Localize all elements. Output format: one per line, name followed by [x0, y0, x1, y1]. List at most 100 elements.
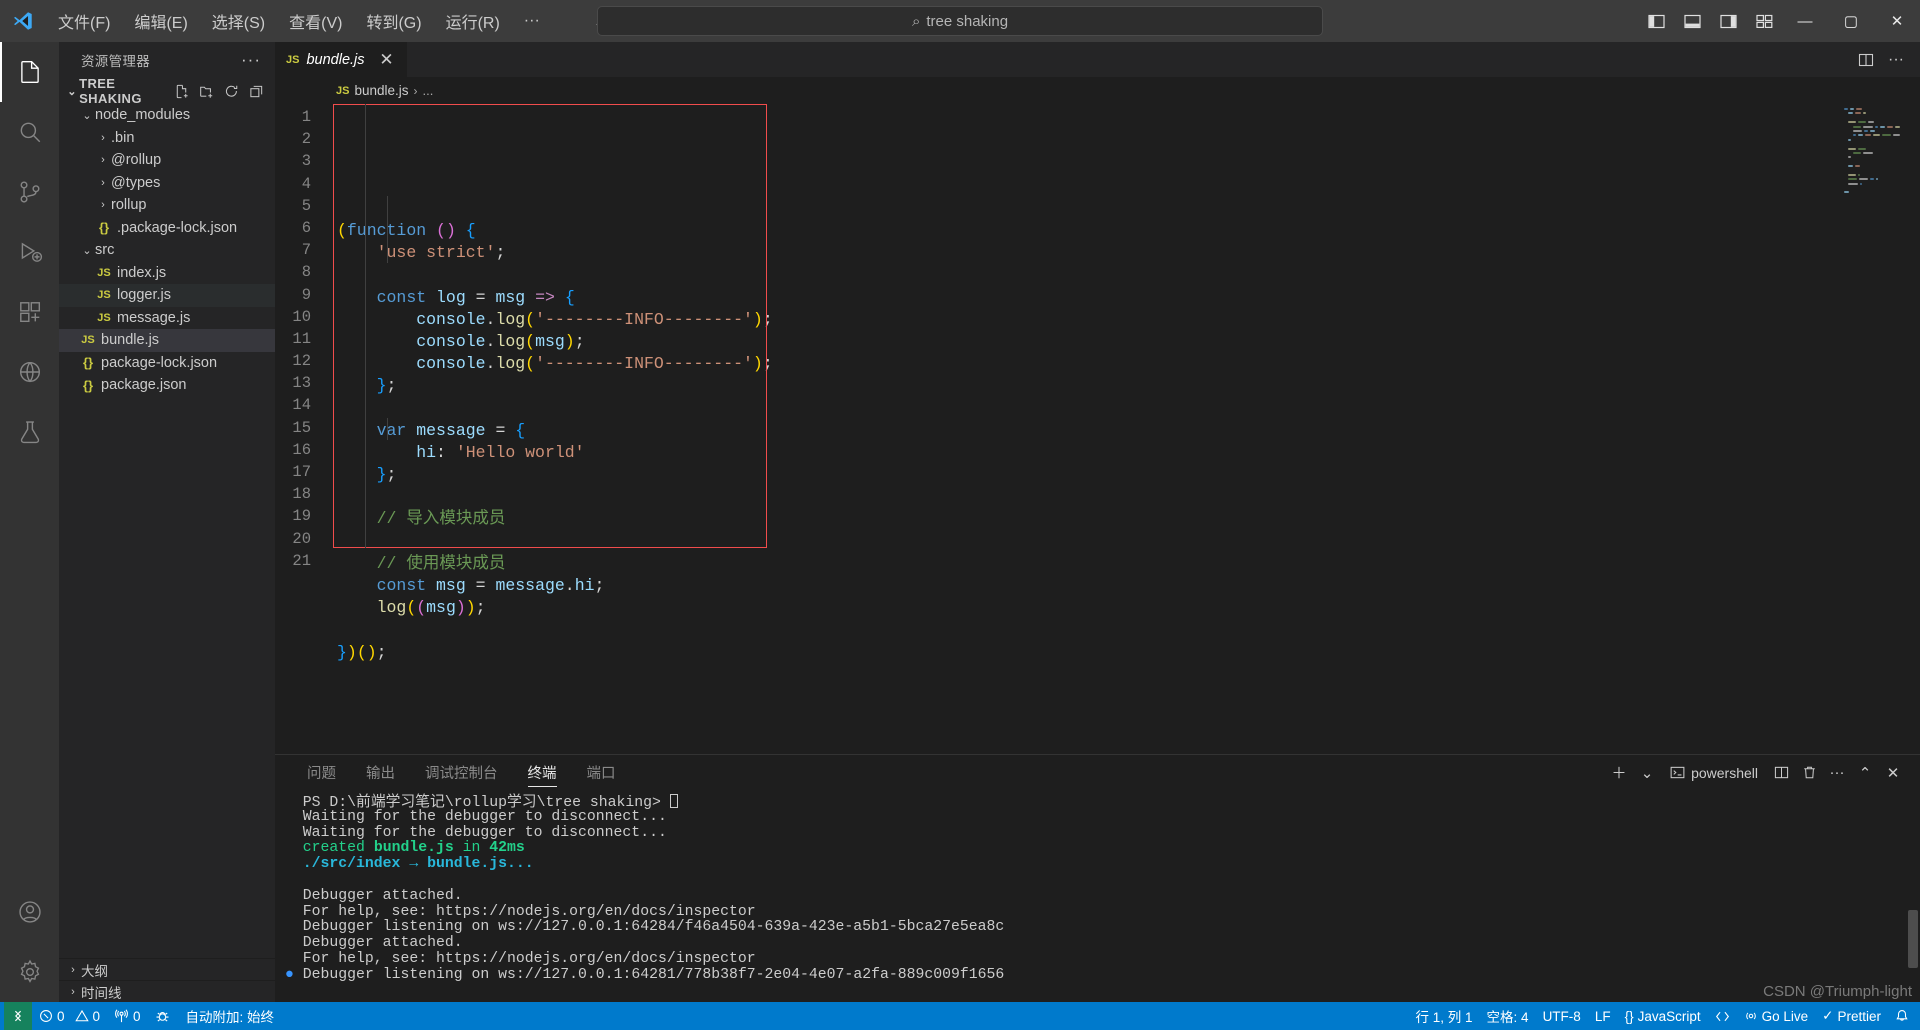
window-minimize-button[interactable]: — [1782, 0, 1828, 42]
js-file-icon: JS [286, 53, 300, 66]
radio-count: 0 [133, 1008, 141, 1024]
close-icon[interactable]: ✕ [378, 50, 396, 70]
workspace-section-header[interactable]: ⌄ TREE SHAKING [59, 76, 275, 106]
status-go-live[interactable]: Go Live [1737, 1002, 1816, 1030]
activity-bar [0, 42, 59, 1002]
tree-item-rollup[interactable]: › rollup [59, 194, 275, 217]
tree-item--bin[interactable]: › .bin [59, 127, 275, 150]
panel-tab-terminal[interactable]: 终端 [518, 755, 567, 790]
code-content[interactable]: (function () { 'use strict'; const log =… [333, 104, 1920, 754]
js-file-icon: JS [81, 334, 95, 347]
terminal-shell-selector[interactable]: powershell [1662, 765, 1766, 781]
menu-edit[interactable]: 编辑(E) [122, 0, 199, 42]
close-icon[interactable]: ✕ [1880, 759, 1906, 787]
plus-icon[interactable]: ＋ [1606, 759, 1632, 787]
bell-icon [1896, 1010, 1908, 1021]
tree-item-logger-js[interactable]: JS logger.js [59, 284, 275, 307]
panel-tab-output[interactable]: 输出 [356, 755, 405, 790]
tree-item-package-lock-json[interactable]: {} package-lock.json [59, 352, 275, 375]
status-bar-right: 行 1, 列 1 空格: 4 UTF-8 LF {} JavaScript Go… [1409, 1002, 1916, 1030]
ellipsis-icon[interactable]: ··· [235, 50, 267, 70]
refresh-explorer-icon[interactable] [220, 80, 242, 102]
tree-item-message-js[interactable]: JS message.js [59, 307, 275, 330]
activity-source-control[interactable] [0, 162, 59, 222]
minimap-line [1844, 117, 1906, 120]
tree-item-package-json[interactable]: {} package.json [59, 374, 275, 397]
code-line: }; [376, 465, 397, 485]
status-prettier[interactable]: ✓ Prettier [1815, 1002, 1888, 1030]
status-radio-tower[interactable]: 0 [107, 1002, 148, 1030]
activity-settings[interactable] [0, 942, 59, 1002]
activity-explorer[interactable] [0, 42, 59, 102]
status-auto-attach[interactable]: 自动附加: 始终 [148, 1002, 282, 1030]
trash-icon[interactable] [1796, 759, 1822, 787]
activity-remote[interactable] [0, 342, 59, 402]
status-encoding[interactable]: UTF-8 [1536, 1002, 1588, 1030]
menu-bar: 文件(F) 编辑(E) 选择(S) 查看(V) 转到(G) 运行(R) ··· [46, 0, 552, 42]
breadcrumb-file[interactable]: bundle.js [354, 83, 408, 98]
timeline-section[interactable]: › 时间线 [59, 980, 275, 1002]
menu-selection[interactable]: 选择(S) [200, 0, 277, 42]
tree-item-src[interactable]: ⌄ src [59, 239, 275, 262]
panel-tab-problems[interactable]: 问题 [297, 755, 346, 790]
menu-view[interactable]: 查看(V) [277, 0, 354, 42]
collapse-folders-icon[interactable] [245, 80, 267, 102]
breadcrumb: JS bundle.js › ... [275, 77, 1920, 104]
toggle-panel-icon[interactable] [1674, 0, 1710, 42]
line-number: 12 [292, 352, 311, 371]
code-editor[interactable]: 123456789101112131415161718192021 (funct… [275, 104, 1920, 754]
tree-item-node-modules[interactable]: ⌄ node_modules [59, 104, 275, 127]
ellipsis-icon[interactable]: ··· [1824, 759, 1850, 787]
line-number: 4 [301, 174, 311, 193]
status-remote-indicator[interactable] [4, 1002, 32, 1030]
menu-more[interactable]: ··· [512, 0, 552, 42]
new-file-icon[interactable] [170, 80, 192, 102]
menu-go[interactable]: 转到(G) [354, 0, 433, 42]
tree-item--package-lock-json[interactable]: {} .package-lock.json [59, 217, 275, 240]
tree-item--rollup[interactable]: › @rollup [59, 149, 275, 172]
minimap[interactable] [1844, 108, 1906, 258]
terminal-scrollbar[interactable] [1908, 910, 1918, 968]
activity-run-debug[interactable] [0, 222, 59, 282]
panel-tab-debug-console[interactable]: 调试控制台 [415, 755, 508, 790]
breadcrumb-separator: › [413, 83, 418, 98]
toggle-secondary-sidebar-icon[interactable] [1710, 0, 1746, 42]
explorer-sidebar: 资源管理器 ··· ⌄ TREE SHAKING ⌄ node_modules … [59, 42, 275, 1002]
minimap-line [1844, 169, 1906, 172]
status-code-action[interactable] [1708, 1002, 1737, 1030]
outline-section[interactable]: › 大纲 [59, 958, 275, 980]
new-folder-icon[interactable] [195, 80, 217, 102]
status-notifications[interactable] [1888, 1002, 1916, 1030]
tree-item-index-js[interactable]: JS index.js [59, 262, 275, 285]
status-cursor-position[interactable]: 行 1, 列 1 [1409, 1002, 1480, 1030]
chevron-right-icon: › [101, 154, 105, 167]
status-problems[interactable]: 0 0 [32, 1002, 107, 1030]
activity-search[interactable] [0, 102, 59, 162]
toggle-primary-sidebar-icon[interactable] [1638, 0, 1674, 42]
tree-item-label: .package-lock.json [117, 219, 238, 236]
activity-testing[interactable] [0, 402, 59, 462]
customize-layout-icon[interactable] [1746, 0, 1782, 42]
tab-bundle-js[interactable]: JS bundle.js ✕ [275, 42, 408, 77]
terminal-output[interactable]: PS D:\前端学习笔记\rollup学习\tree shaking> Wait… [275, 790, 1920, 1002]
tree-item--types[interactable]: › @types [59, 172, 275, 195]
window-maximize-button[interactable]: ▢ [1828, 0, 1874, 42]
command-center-search[interactable]: ⌕ tree shaking [597, 6, 1323, 36]
menu-file[interactable]: 文件(F) [46, 0, 122, 42]
split-terminal-icon[interactable] [1768, 759, 1794, 787]
tree-item-bundle-js[interactable]: JS bundle.js [59, 329, 275, 352]
window-close-button[interactable]: ✕ [1874, 0, 1920, 42]
minimap-line [1844, 138, 1906, 142]
activity-accounts[interactable] [0, 882, 59, 942]
breadcrumb-more[interactable]: ... [423, 83, 434, 98]
menu-run[interactable]: 运行(R) [434, 0, 512, 42]
status-language-mode[interactable]: {} JavaScript [1618, 1002, 1708, 1030]
split-editor-icon[interactable] [1852, 42, 1880, 77]
chevron-down-icon[interactable]: ⌄ [1634, 759, 1660, 787]
status-indentation[interactable]: 空格: 4 [1480, 1002, 1536, 1030]
panel-tab-ports[interactable]: 端口 [577, 755, 626, 790]
activity-extensions[interactable] [0, 282, 59, 342]
chevron-up-icon[interactable]: ⌃ [1852, 759, 1878, 787]
editor-more-actions-icon[interactable]: ··· [1882, 42, 1910, 77]
status-eol[interactable]: LF [1588, 1002, 1618, 1030]
